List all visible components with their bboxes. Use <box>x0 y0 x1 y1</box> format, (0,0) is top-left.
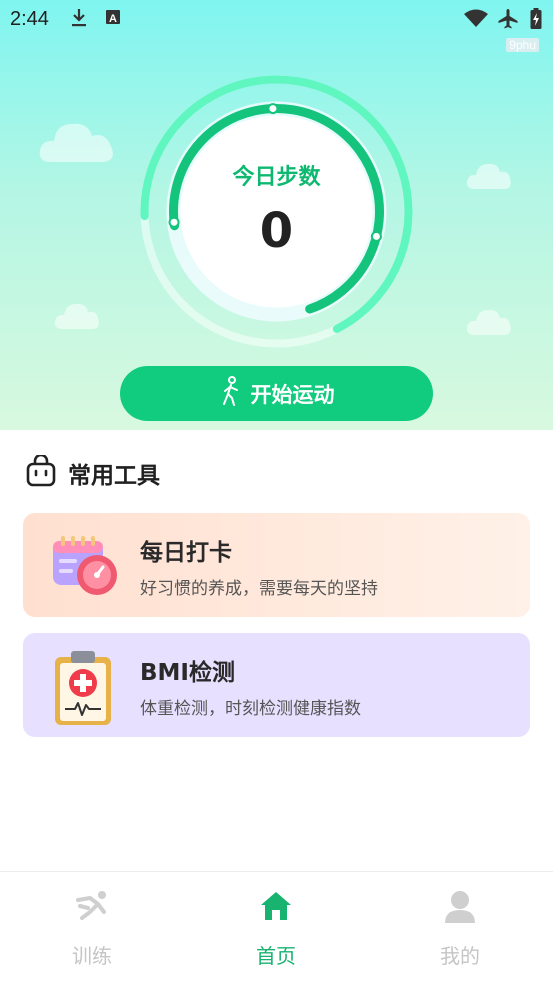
cloud-decoration <box>466 163 511 189</box>
nav-label-training: 训练 <box>72 944 112 968</box>
nav-label-mine: 我的 <box>440 944 480 968</box>
steps-label: 今日步数 <box>232 165 321 190</box>
cloud-decoration <box>39 123 113 162</box>
start-exercise-label: 开始运动 <box>250 382 335 407</box>
tools-section-header: 常用工具 <box>26 453 160 491</box>
start-exercise-button[interactable]: 开始运动 <box>120 366 433 421</box>
walking-person-icon <box>219 376 251 411</box>
nav-item-mine[interactable]: 我的 <box>368 872 552 984</box>
medical-clipboard-icon <box>49 649 121 725</box>
bmi-title: BMI检测 <box>140 660 235 686</box>
bmi-description: 体重检测，时刻检测健康指数 <box>140 699 361 719</box>
running-icon <box>74 890 110 924</box>
battery-charging-icon <box>530 8 542 34</box>
home-icon <box>259 890 293 926</box>
checkin-title: 每日打卡 <box>140 540 232 566</box>
watermark-label: 9phu <box>506 38 539 52</box>
svg-text:A: A <box>109 13 117 25</box>
steps-value: 0 <box>259 203 294 259</box>
nav-item-home[interactable]: 首页 <box>184 872 368 984</box>
daily-checkin-card[interactable]: 每日打卡 好习惯的养成，需要每天的坚持 <box>23 513 530 617</box>
status-time: 2:44 <box>10 8 49 30</box>
download-icon <box>70 8 88 32</box>
cloud-decoration <box>466 309 511 335</box>
nav-item-training[interactable]: 训练 <box>0 872 184 984</box>
cloud-decoration <box>54 303 99 329</box>
bottom-navigation: 训练 首页 我的 <box>0 871 553 984</box>
bmi-check-card[interactable]: BMI检测 体重检测，时刻检测健康指数 <box>23 633 530 737</box>
status-bar: 2:44 A <box>0 0 553 38</box>
tools-section-title: 常用工具 <box>68 463 160 489</box>
wifi-icon <box>463 8 489 32</box>
calendar-clock-icon <box>49 529 121 601</box>
bag-icon <box>26 453 56 491</box>
airplane-icon <box>497 8 519 34</box>
nav-label-home: 首页 <box>256 944 296 968</box>
hero-section: 2:44 A 9phu 今日步数 0 开始运动 <box>0 0 553 430</box>
person-icon <box>444 890 476 928</box>
keyboard-a-icon: A <box>105 8 121 30</box>
step-counter-ring: 今日步数 0 <box>138 73 415 350</box>
checkin-description: 好习惯的养成，需要每天的坚持 <box>140 579 378 599</box>
